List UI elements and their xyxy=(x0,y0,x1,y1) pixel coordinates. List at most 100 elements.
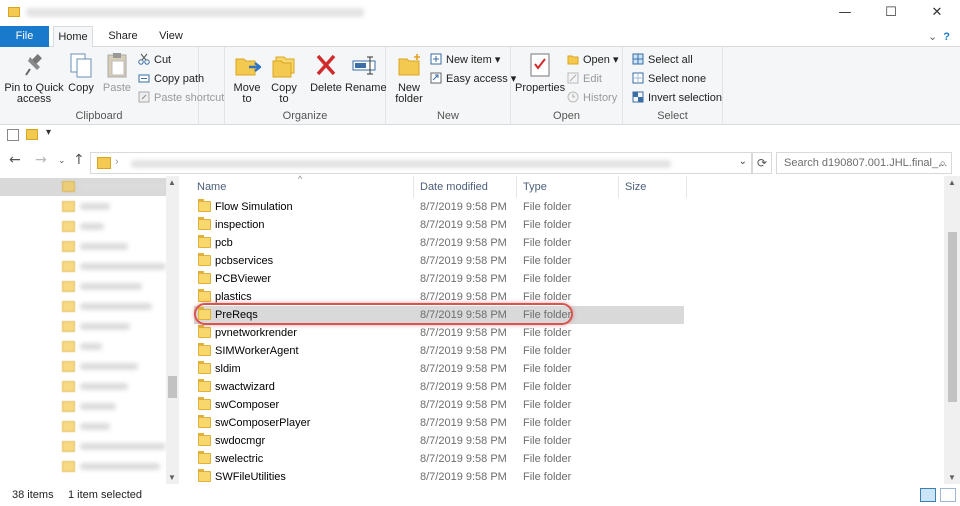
tree-item-current[interactable] xyxy=(0,178,166,196)
tab-home[interactable]: Home xyxy=(53,26,93,48)
tab-share[interactable]: Share xyxy=(101,26,145,47)
copy-to-button[interactable]: Copy to xyxy=(268,51,300,105)
column-size[interactable]: Size xyxy=(619,176,687,198)
tree-item[interactable] xyxy=(62,238,166,256)
minimize-button[interactable]: — xyxy=(822,0,868,26)
rename-button[interactable]: Rename xyxy=(345,51,387,94)
cut-button[interactable]: Cut xyxy=(138,52,171,68)
chevron-down-icon[interactable]: ⌄ xyxy=(739,156,747,167)
chevron-down-icon[interactable]: ⌄ xyxy=(928,30,937,43)
details-view-icon[interactable] xyxy=(920,488,936,502)
maximize-button[interactable]: ☐ xyxy=(868,0,914,26)
cut-icon xyxy=(138,53,150,65)
file-row[interactable]: pvnetworkrender 8/7/2019 9:58 PM File fold… xyxy=(194,324,684,342)
file-row[interactable]: PCBViewer 8/7/2019 9:58 PM File folder xyxy=(194,270,684,288)
tree-item[interactable] xyxy=(62,298,166,316)
tree-item[interactable] xyxy=(62,338,166,356)
tree-item[interactable] xyxy=(62,378,166,396)
file-row[interactable]: sldim 8/7/2019 9:58 PM File folder xyxy=(194,360,684,378)
paste-button[interactable]: Paste xyxy=(101,51,133,94)
file-row[interactable]: inspection 8/7/2019 9:58 PM File folder xyxy=(194,216,684,234)
file-date-modified: 8/7/2019 9:58 PM xyxy=(420,219,507,231)
tree-item[interactable] xyxy=(62,458,166,476)
open-button[interactable]: Open ▾ xyxy=(567,52,619,68)
tree-item[interactable] xyxy=(62,398,166,416)
tab-file[interactable]: File xyxy=(0,26,49,47)
nav-pane-scrollbar[interactable]: ▲ ▼ xyxy=(166,176,179,484)
scroll-up-icon[interactable]: ▲ xyxy=(168,178,176,187)
history-button[interactable]: History xyxy=(567,90,617,106)
file-type: File folder xyxy=(523,345,572,357)
tree-item[interactable] xyxy=(62,418,166,436)
tree-item[interactable] xyxy=(62,278,166,296)
file-list-scrollbar[interactable]: ▲ ▼ xyxy=(944,176,960,484)
scrollbar-thumb[interactable] xyxy=(948,232,957,402)
recent-locations-icon[interactable]: ⌄ xyxy=(58,156,66,166)
file-row[interactable]: swelectric 8/7/2019 9:58 PM File folder xyxy=(194,450,684,468)
back-icon[interactable]: ← xyxy=(9,152,21,168)
properties-button[interactable]: Properties xyxy=(515,51,565,94)
file-name: SWFileUtilities xyxy=(215,471,286,483)
scroll-down-icon[interactable]: ▼ xyxy=(948,473,956,482)
file-row[interactable]: swdocmgr 8/7/2019 9:58 PM File folder xyxy=(194,432,684,450)
file-date-modified: 8/7/2019 9:58 PM xyxy=(420,237,507,249)
folder-icon xyxy=(198,271,211,284)
copy-button[interactable]: Copy xyxy=(66,51,96,94)
item-count: 38 items xyxy=(12,489,54,501)
select-all-button[interactable]: Select all xyxy=(632,52,693,68)
refresh-icon[interactable]: ⟳ xyxy=(752,152,772,174)
address-bar[interactable]: › ⌄ xyxy=(90,152,752,174)
tree-item[interactable] xyxy=(62,198,166,216)
file-date-modified: 8/7/2019 9:58 PM xyxy=(420,291,507,303)
column-type[interactable]: Type xyxy=(517,176,619,198)
file-row[interactable]: pcb 8/7/2019 9:58 PM File folder xyxy=(194,234,684,252)
new-folder-icon[interactable] xyxy=(26,129,38,140)
select-none-icon xyxy=(632,72,644,84)
forward-icon[interactable]: → xyxy=(35,152,47,168)
file-date-modified: 8/7/2019 9:58 PM xyxy=(420,435,507,447)
file-row[interactable]: Flow Simulation 8/7/2019 9:58 PM File fold… xyxy=(194,198,684,216)
close-button[interactable]: ✕ xyxy=(914,0,960,26)
file-date-modified: 8/7/2019 9:58 PM xyxy=(420,345,507,357)
tree-item[interactable] xyxy=(62,218,166,236)
select-group: Select all Select none Invert selection … xyxy=(623,47,723,125)
copy-path-button[interactable]: Copy path xyxy=(138,71,204,87)
customize-toolbar-icon[interactable]: ▾ xyxy=(46,127,51,138)
new-item-button[interactable]: New item ▾ xyxy=(430,52,500,68)
invert-selection-button[interactable]: Invert selection xyxy=(632,90,722,106)
file-row[interactable]: pcbservices 8/7/2019 9:58 PM File folder xyxy=(194,252,684,270)
delete-button[interactable]: Delete xyxy=(309,51,343,94)
file-row[interactable]: swComposer 8/7/2019 9:58 PM File folder xyxy=(194,396,684,414)
easy-access-button[interactable]: Easy access ▾ xyxy=(430,71,516,87)
pin-to-quick-access-button[interactable]: Pin to Quick access xyxy=(4,51,64,105)
help-icon[interactable]: ? xyxy=(943,31,950,43)
search-input[interactable]: Search d190807.001.JHL.final_... ⌕ xyxy=(776,152,952,174)
tree-item[interactable] xyxy=(62,318,166,336)
window-title-redacted xyxy=(26,8,364,17)
paste-shortcut-button[interactable]: Paste shortcut xyxy=(138,90,224,106)
scrollbar-thumb[interactable] xyxy=(168,376,177,398)
select-group-label: Select xyxy=(657,110,688,122)
search-icon: ⌕ xyxy=(939,156,946,170)
move-to-button[interactable]: Move to xyxy=(231,51,263,105)
file-row[interactable]: swComposerPlayer 8/7/2019 9:58 PM File fol… xyxy=(194,414,684,432)
scroll-up-icon[interactable]: ▲ xyxy=(948,178,956,187)
tree-item[interactable] xyxy=(62,438,166,456)
file-row[interactable]: swactwizard 8/7/2019 9:58 PM File folder xyxy=(194,378,684,396)
new-folder-button[interactable]: New folder xyxy=(392,51,426,105)
tab-view[interactable]: View xyxy=(152,26,190,47)
file-row[interactable]: SIMWorkerAgent 8/7/2019 9:58 PM File folde… xyxy=(194,342,684,360)
properties-check-icon[interactable] xyxy=(7,129,19,141)
quick-access-toolbar: ▾ xyxy=(0,126,960,146)
column-date-modified[interactable]: Date modified xyxy=(414,176,517,198)
column-name[interactable]: Name xyxy=(191,176,414,198)
edit-button[interactable]: Edit xyxy=(567,71,602,87)
tree-item[interactable] xyxy=(62,358,166,376)
tree-item[interactable] xyxy=(62,258,166,276)
large-icons-view-icon[interactable] xyxy=(940,488,956,502)
up-icon[interactable]: ↑ xyxy=(73,152,85,168)
select-none-button[interactable]: Select none xyxy=(632,71,706,87)
file-name: SIMWorkerAgent xyxy=(215,345,299,357)
file-type: File folder xyxy=(523,219,572,231)
scroll-down-icon[interactable]: ▼ xyxy=(168,473,176,482)
